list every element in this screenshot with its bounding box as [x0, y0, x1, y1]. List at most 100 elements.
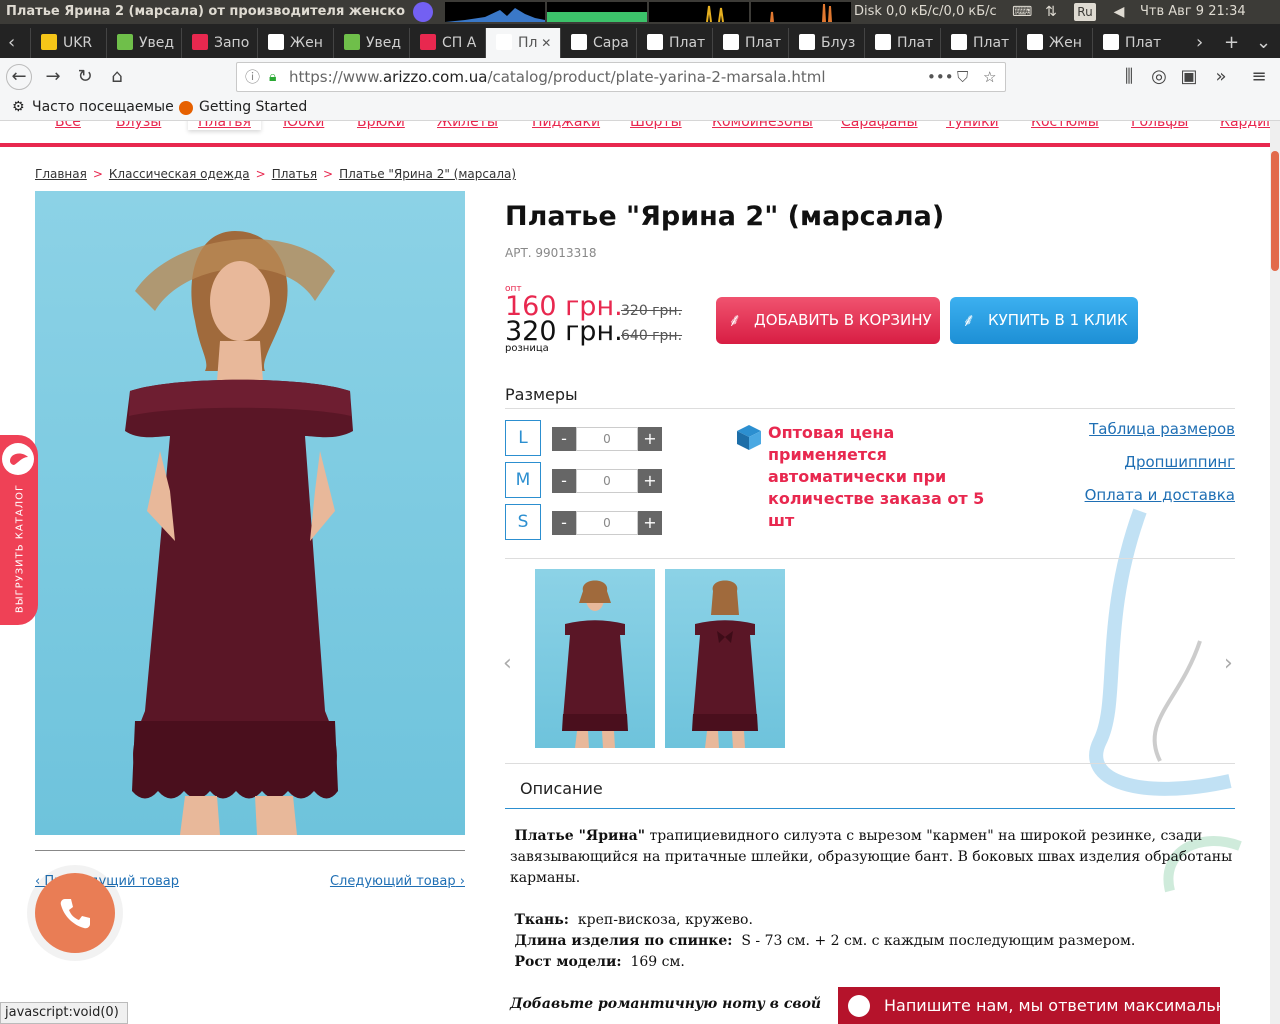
back-button[interactable]: ← — [6, 64, 32, 90]
thumbs-next-icon[interactable]: › — [1224, 651, 1233, 676]
browser-tab[interactable]: Плат — [636, 28, 712, 58]
clock[interactable]: Чтв Авг 9 21:34 — [1140, 4, 1246, 19]
breadcrumb-item[interactable]: Платье "Ярина 2" (марсала) — [339, 167, 516, 181]
product-main-photo[interactable] — [35, 191, 465, 835]
browser-tab[interactable]: Сара — [560, 28, 636, 58]
browser-tab[interactable]: Плат — [864, 28, 940, 58]
viber-icon[interactable] — [413, 2, 433, 22]
browser-tab[interactable]: Плат — [1092, 28, 1168, 58]
category-link[interactable]: Брюки — [357, 121, 405, 130]
tab-favicon-icon — [344, 34, 360, 50]
category-link[interactable]: Комбинезоны — [712, 121, 813, 130]
category-link[interactable]: Блузы — [116, 121, 161, 130]
increment-button[interactable]: + — [638, 511, 662, 535]
download-catalog-tab[interactable]: ВЫГРУЗИТЬ КАТАЛОГ — [0, 435, 38, 625]
tab-label: Запо — [214, 35, 250, 51]
browser-tab[interactable]: Пл ✕ — [485, 28, 561, 58]
add-to-cart-button[interactable]: ⸙ ДОБАВИТЬ В КОРЗИНУ — [716, 297, 940, 344]
browser-tab[interactable]: Жен — [1016, 28, 1092, 58]
size-option[interactable]: S — [505, 504, 541, 540]
chat-widget[interactable]: Напишите нам, мы ответим максимально быс… — [838, 987, 1220, 1024]
home-button[interactable]: ⌂ — [104, 64, 130, 90]
scrollbar[interactable] — [1270, 121, 1280, 1024]
breadcrumb-item[interactable]: Платья — [272, 167, 317, 181]
category-link[interactable]: Кардиганы — [1220, 121, 1270, 130]
size-option[interactable]: L — [505, 420, 541, 456]
category-link[interactable]: Шорты — [630, 121, 682, 130]
thumbs-prev-icon[interactable]: ‹ — [503, 651, 512, 676]
close-tab-icon[interactable]: ✕ — [537, 36, 551, 50]
sync-icon[interactable]: ◎ — [1146, 64, 1172, 90]
category-link[interactable]: Юбки — [283, 121, 324, 130]
pocket-icon[interactable]: ⛉ — [957, 63, 968, 91]
browser-tab[interactable]: UKR — [30, 28, 106, 58]
breadcrumb-item[interactable]: Классическая одежда — [109, 167, 250, 181]
browser-tab[interactable]: Увед — [333, 28, 409, 58]
tabs-scroll-left-icon[interactable]: ‹ — [8, 28, 15, 58]
bookmark-most-visited[interactable]: Часто посещаемые — [32, 99, 174, 115]
browser-tab[interactable]: Плат — [940, 28, 1016, 58]
thumbnail-front[interactable] — [535, 569, 655, 748]
browser-tab[interactable]: СП А — [409, 28, 485, 58]
menu-icon[interactable]: ≡ — [1246, 64, 1272, 90]
page-actions-icon[interactable]: ••• — [927, 63, 954, 91]
tab-description[interactable]: Описание — [520, 779, 603, 798]
tab-favicon-icon — [1027, 34, 1043, 50]
bookmark-getting-started[interactable]: Getting Started — [199, 99, 307, 115]
browser-tab[interactable]: Увед — [106, 28, 182, 58]
product-title: Платье "Ярина 2" (марсала) — [505, 201, 945, 232]
quantity-input[interactable]: 0 — [576, 511, 638, 535]
divider — [505, 763, 1235, 764]
decrement-button[interactable]: - — [552, 511, 576, 535]
next-product-link[interactable]: Следующий товар › — [330, 874, 465, 889]
scrollbar-thumb[interactable] — [1271, 151, 1279, 271]
category-link[interactable]: Туники — [946, 121, 999, 130]
thumbnail-back[interactable] — [665, 569, 785, 748]
decrement-button[interactable]: - — [552, 427, 576, 451]
tab-label: Сара — [593, 35, 629, 51]
dropshipping-link[interactable]: Дропшиппинг — [1124, 453, 1235, 471]
url-bar[interactable]: ⓘ 🔒︎ https://www.arizzo.com.ua/catalog/p… — [236, 62, 1006, 92]
browser-tab[interactable]: Запо — [181, 28, 257, 58]
network-arrows-icon[interactable]: ⇅ — [1042, 3, 1060, 21]
decrement-button[interactable]: - — [552, 469, 576, 493]
tab-label: СП А — [442, 35, 477, 51]
quantity-input[interactable]: 0 — [576, 427, 638, 451]
call-button[interactable] — [35, 873, 115, 953]
quantity-input[interactable]: 0 — [576, 469, 638, 493]
category-link[interactable]: Жилеты — [437, 121, 498, 130]
new-tab-icon[interactable]: + — [1224, 28, 1239, 58]
forward-button[interactable]: → — [40, 64, 66, 90]
browser-tab[interactable]: Плат — [712, 28, 788, 58]
browser-tab[interactable]: Жен — [257, 28, 333, 58]
category-link[interactable]: Гольфы — [1131, 121, 1188, 130]
breadcrumb-item[interactable]: Главная — [35, 167, 87, 181]
payment-delivery-link[interactable]: Оплата и доставка — [1085, 486, 1235, 504]
keyboard-icon[interactable]: ⌨ — [1012, 3, 1032, 21]
reload-button[interactable]: ↻ — [72, 64, 98, 90]
category-link[interactable]: Все — [55, 121, 81, 130]
overflow-icon[interactable]: » — [1208, 64, 1234, 90]
description-length: Длина изделия по спинке: S - 73 см. + 2 … — [514, 933, 1136, 949]
category-link[interactable]: Сарафаны — [841, 121, 918, 130]
size-option[interactable]: M — [505, 462, 541, 498]
increment-button[interactable]: + — [638, 469, 662, 493]
library-icon[interactable]: ⫼ — [1116, 64, 1142, 90]
category-link[interactable]: Пиджаки — [532, 121, 600, 130]
sidebar-icon[interactable]: ▣ — [1176, 64, 1202, 90]
tab-label: Жен — [1049, 35, 1082, 51]
tab-favicon-icon — [41, 34, 57, 50]
volume-icon[interactable]: ◀ — [1110, 3, 1128, 21]
category-link[interactable]: Платья — [188, 121, 261, 130]
language-indicator[interactable]: Ru — [1074, 3, 1096, 21]
bookmark-star-icon[interactable]: ☆ — [983, 63, 996, 91]
tab-list-icon[interactable]: ⌄ — [1256, 28, 1271, 58]
info-icon[interactable]: ⓘ — [245, 63, 260, 91]
tabs-scroll-right-icon[interactable]: › — [1196, 28, 1203, 58]
url-text[interactable]: https://www.arizzo.com.ua/catalog/produc… — [289, 63, 826, 91]
increment-button[interactable]: + — [638, 427, 662, 451]
browser-tab[interactable]: Блуз — [788, 28, 864, 58]
size-chart-link[interactable]: Таблица размеров — [1089, 420, 1235, 438]
category-link[interactable]: Костюмы — [1031, 121, 1099, 130]
buy-one-click-button[interactable]: ⸙ КУПИТЬ В 1 КЛИК — [950, 297, 1138, 344]
